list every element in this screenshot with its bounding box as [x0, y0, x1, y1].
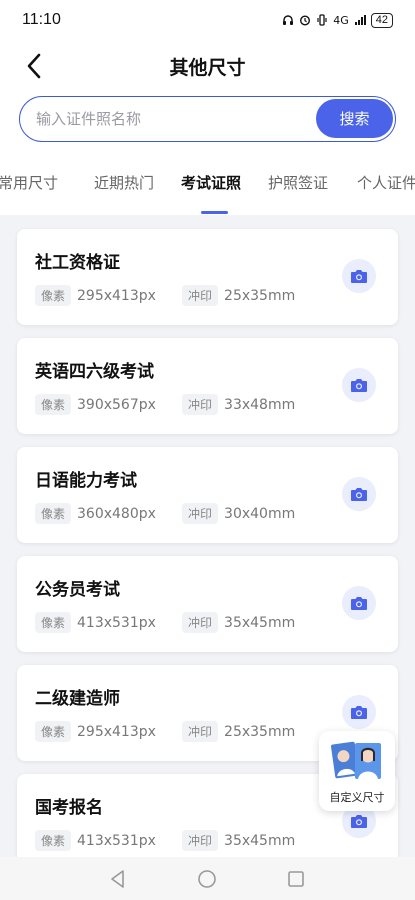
camera-button[interactable]	[342, 586, 376, 620]
item-name: 二级建造师	[35, 689, 120, 709]
item-name: 日语能力考试	[35, 471, 137, 491]
vibrate-icon	[317, 14, 327, 26]
list-item[interactable]: 英语四六级考试 像素 390x567px 冲印 33x48mm	[17, 338, 398, 434]
camera-icon	[351, 814, 367, 828]
pixel-value: 295x413px	[77, 723, 156, 740]
header: 其他尺寸	[0, 44, 415, 88]
item-meta: 像素 295x413px 冲印 25x35mm	[35, 285, 295, 306]
print-tag: 冲印	[182, 503, 219, 524]
nav-back-triangle-icon[interactable]	[107, 868, 129, 890]
print-value: 25x35mm	[224, 287, 296, 304]
tab-personal-id[interactable]: 个人证件	[357, 172, 415, 193]
system-nav-bar	[0, 857, 415, 900]
camera-button[interactable]	[342, 477, 376, 511]
tab-passport-visa[interactable]: 护照签证	[268, 172, 328, 193]
print-tag: 冲印	[182, 612, 219, 633]
pixel-value: 413x531px	[77, 614, 156, 631]
page-title: 其他尺寸	[169, 56, 246, 79]
signal-icon	[354, 15, 366, 25]
item-name: 社工资格证	[35, 253, 120, 273]
category-tabs: 常用尺寸 近期热门 考试证照 护照签证 个人证件	[0, 172, 415, 208]
pixel-tag: 像素	[35, 394, 72, 415]
camera-icon	[351, 269, 367, 283]
print-tag: 冲印	[182, 285, 219, 306]
status-icons: 4G 42	[282, 12, 393, 28]
custom-size-label: 自定义尺寸	[329, 791, 385, 804]
print-value: 25x35mm	[224, 723, 296, 740]
camera-button[interactable]	[342, 259, 376, 293]
camera-icon	[351, 596, 367, 610]
pixel-tag: 像素	[35, 830, 72, 851]
item-name: 国考报名	[35, 798, 103, 818]
print-tag: 冲印	[182, 394, 219, 415]
pixel-value: 413x531px	[77, 832, 156, 849]
tab-recent-popular[interactable]: 近期热门	[94, 172, 154, 193]
print-value: 30x40mm	[224, 505, 296, 522]
tab-common-sizes[interactable]: 常用尺寸	[0, 172, 58, 193]
item-meta: 像素 360x480px 冲印 30x40mm	[35, 503, 295, 524]
item-name: 英语四六级考试	[35, 362, 154, 382]
item-meta: 像素 413x531px 冲印 35x45mm	[35, 612, 295, 633]
list-item[interactable]: 社工资格证 像素 295x413px 冲印 25x35mm	[17, 229, 398, 325]
status-time: 11:10	[22, 11, 61, 28]
list-item[interactable]: 日语能力考试 像素 360x480px 冲印 30x40mm	[17, 447, 398, 543]
search-input[interactable]	[36, 97, 306, 140]
print-tag: 冲印	[182, 721, 219, 742]
id-photos-icon	[331, 741, 381, 779]
search-bar: 搜索	[19, 96, 396, 142]
pixel-value: 360x480px	[77, 505, 156, 522]
pixel-value: 295x413px	[77, 287, 156, 304]
nav-home-circle-icon[interactable]	[196, 868, 218, 890]
print-tag: 冲印	[182, 830, 219, 851]
pixel-value: 390x567px	[77, 396, 156, 413]
camera-button[interactable]	[342, 368, 376, 402]
item-meta: 像素 390x567px 冲印 33x48mm	[35, 394, 295, 415]
pixel-tag: 像素	[35, 612, 72, 633]
camera-icon	[351, 487, 367, 501]
headphones-icon	[283, 15, 294, 25]
nav-recents-square-icon[interactable]	[285, 868, 307, 890]
list-item[interactable]: 公务员考试 像素 413x531px 冲印 35x45mm	[17, 556, 398, 652]
item-meta: 像素 295x413px 冲印 25x35mm	[35, 721, 295, 742]
status-bar: 11:10 4G 42	[0, 0, 415, 40]
pixel-tag: 像素	[35, 503, 72, 524]
alarm-icon	[300, 15, 311, 26]
camera-icon	[351, 705, 367, 719]
battery-indicator: 42	[370, 12, 393, 28]
tab-exam-photos[interactable]: 考试证照	[181, 172, 241, 193]
chevron-left-icon	[27, 53, 41, 79]
pixel-tag: 像素	[35, 285, 72, 306]
print-value: 35x45mm	[224, 832, 296, 849]
pixel-tag: 像素	[35, 721, 72, 742]
camera-icon	[351, 378, 367, 392]
camera-button[interactable]	[342, 695, 376, 729]
item-meta: 像素 413x531px 冲印 35x45mm	[35, 830, 295, 851]
back-button[interactable]	[18, 50, 50, 82]
print-value: 35x45mm	[224, 614, 296, 631]
print-value: 33x48mm	[224, 396, 296, 413]
network-label: 4G	[333, 13, 349, 27]
search-button[interactable]: 搜索	[316, 99, 393, 138]
custom-size-button[interactable]: 自定义尺寸	[319, 731, 395, 811]
active-tab-indicator	[201, 211, 228, 214]
item-name: 公务员考试	[35, 580, 120, 600]
